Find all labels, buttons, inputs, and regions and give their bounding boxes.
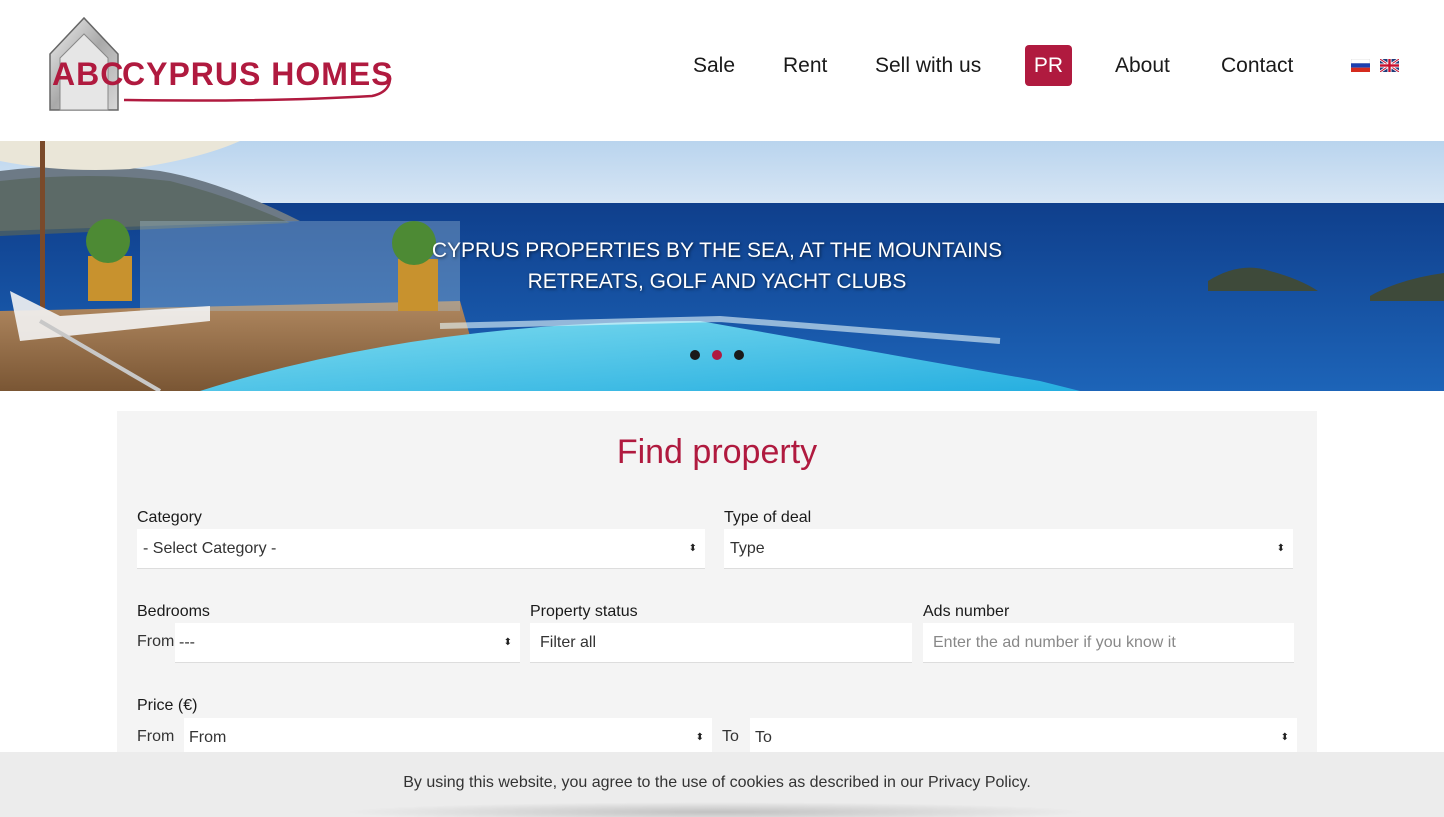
search-title: Find property bbox=[616, 433, 818, 471]
property-status-label: Property status bbox=[530, 603, 638, 620]
deal-type-label: Type of deal bbox=[724, 509, 812, 526]
ads-number-input[interactable]: Enter the ad number if you know it bbox=[923, 623, 1294, 663]
category-select[interactable]: - Select Category - ⬍ bbox=[137, 529, 705, 569]
hero-heading-line2: RETREATS, GOLF AND YACHT CLUBS bbox=[527, 270, 907, 293]
site-header: ABCCYPRUS HOMES Sale Rent Sell with us P… bbox=[0, 0, 1444, 141]
cookie-text: By using this website, you agree to the … bbox=[403, 774, 1031, 791]
deal-type-select[interactable]: Type ⬍ bbox=[724, 529, 1293, 569]
nav-pr[interactable]: PR bbox=[1025, 45, 1072, 86]
hero-heading-line1: CYPRUS PROPERTIES BY THE SEA, AT THE MOU… bbox=[431, 239, 1003, 262]
nav-rent[interactable]: Rent bbox=[783, 45, 827, 87]
bedrooms-label: Bedrooms bbox=[137, 603, 210, 620]
category-label: Category bbox=[137, 509, 202, 526]
select-arrows-icon: ⬍ bbox=[1276, 543, 1285, 554]
uk-flag-icon[interactable] bbox=[1380, 59, 1399, 72]
nav-about[interactable]: About bbox=[1115, 45, 1170, 87]
price-from-value: From bbox=[189, 729, 227, 746]
price-to-label: To bbox=[722, 728, 739, 745]
logo-swoosh bbox=[123, 77, 392, 102]
select-arrows-icon: ⬍ bbox=[688, 543, 697, 554]
ads-number-label: Ads number bbox=[923, 603, 1010, 620]
property-status-value: Filter all bbox=[540, 634, 597, 651]
select-arrows-icon: ⬍ bbox=[503, 637, 512, 648]
slider-dot-3[interactable] bbox=[734, 350, 744, 360]
category-value: - Select Category - bbox=[143, 540, 277, 557]
slider-dot-1[interactable] bbox=[690, 350, 700, 360]
site-logo[interactable]: ABCCYPRUS HOMES bbox=[44, 14, 394, 114]
price-from-label: From bbox=[137, 728, 175, 745]
deal-type-value: Type bbox=[730, 540, 765, 557]
bedrooms-value: --- bbox=[179, 634, 195, 651]
nav-sell-with-us[interactable]: Sell with us bbox=[875, 45, 981, 87]
cookie-banner: By using this website, you agree to the … bbox=[0, 752, 1444, 817]
nav-sale[interactable]: Sale bbox=[693, 45, 735, 87]
property-status-select[interactable]: Filter all bbox=[530, 623, 912, 663]
slider-dot-2[interactable] bbox=[712, 350, 722, 360]
ru-flag-icon[interactable] bbox=[1351, 59, 1370, 72]
cookie-shadow bbox=[340, 802, 1090, 817]
nav-contact[interactable]: Contact bbox=[1221, 45, 1293, 87]
price-label: Price (€) bbox=[137, 697, 198, 714]
hero-slider[interactable]: CYPRUS PROPERTIES BY THE SEA, AT THE MOU… bbox=[0, 141, 1444, 391]
bedrooms-select[interactable]: --- ⬍ bbox=[175, 623, 520, 663]
price-to-value: To bbox=[755, 729, 772, 746]
logo-abc: ABC bbox=[52, 56, 125, 92]
ads-number-placeholder: Enter the ad number if you know it bbox=[933, 634, 1176, 651]
bedrooms-from-label: From bbox=[137, 633, 175, 650]
